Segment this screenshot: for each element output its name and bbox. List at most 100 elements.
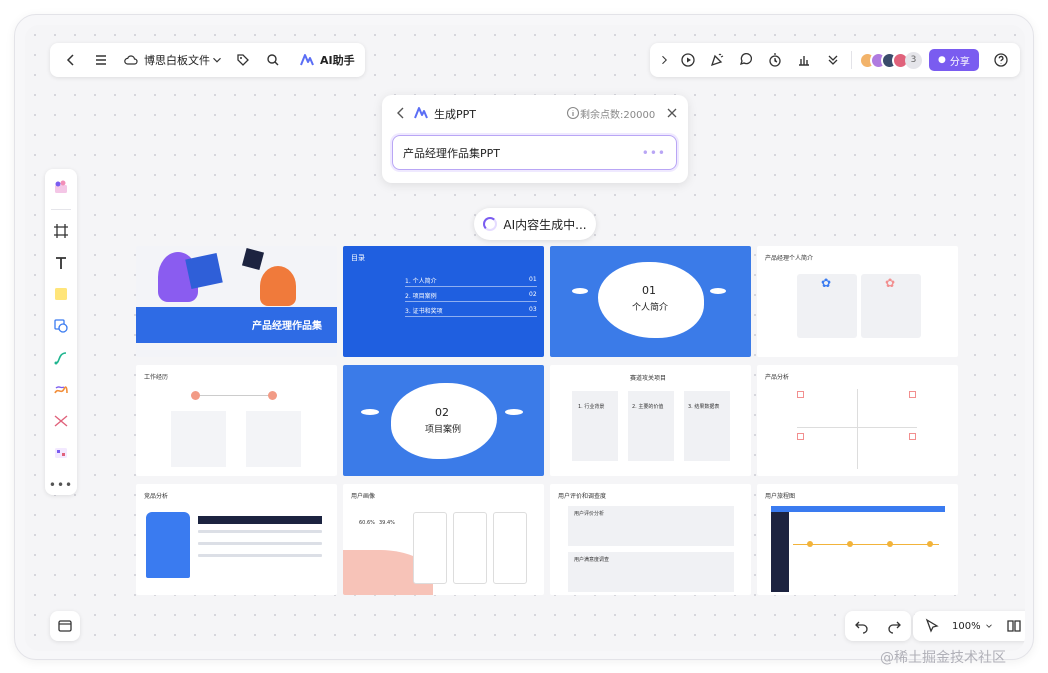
close-icon[interactable] <box>661 102 683 124</box>
quadrant-marker <box>797 391 804 398</box>
timeline-dot <box>191 391 200 400</box>
toc-divider <box>405 286 537 287</box>
zoom-level[interactable]: 100% <box>952 621 981 632</box>
slide-2-toc[interactable]: 目录 1. 个人简介 01 2. 项目案例 02 3. 证书和奖项 03 <box>343 246 544 357</box>
collaborator-count[interactable]: 3 <box>905 51 922 69</box>
slide-4-profile[interactable]: 产品经理个人简介 ✿ ✿ <box>757 246 958 357</box>
whiteboard-canvas[interactable]: 博思白板文件 AI助手 3 ● 分享 生成PPT 剩余点数:20000 产品经理… <box>25 25 1025 651</box>
cloud-shape <box>572 288 588 294</box>
cover-illustration <box>260 266 296 306</box>
project-card <box>572 391 618 461</box>
slide-8-analysis[interactable]: 产品分析 <box>757 365 958 476</box>
play-icon[interactable] <box>677 49 699 71</box>
timeline-line <box>196 395 276 396</box>
comment-icon[interactable] <box>735 49 757 71</box>
journey-dot <box>847 541 853 547</box>
table-row <box>198 554 322 557</box>
quadrant-marker <box>797 433 804 440</box>
persona-card <box>413 512 447 584</box>
undo-icon[interactable] <box>851 615 873 637</box>
double-chevron-down-icon[interactable] <box>822 49 844 71</box>
timer-icon[interactable] <box>764 49 786 71</box>
minimap-icon <box>54 615 76 637</box>
share-button[interactable]: ● 分享 <box>929 49 979 71</box>
competitive-illustration <box>146 512 190 578</box>
zoom-controls: 100% <box>913 611 1025 641</box>
ai-assistant-button[interactable]: AI助手 <box>320 52 355 68</box>
shape-icon[interactable] <box>49 316 73 337</box>
back-icon[interactable] <box>60 49 82 71</box>
slide-11-evaluation[interactable]: 用户评价和调查度 用户评价分析 用户满意度调查 <box>550 484 751 595</box>
flower-icon: ✿ <box>885 276 896 290</box>
slide-3-section[interactable]: 01 个人简介 <box>550 246 751 357</box>
minimap-toggle[interactable] <box>50 611 80 641</box>
text-icon[interactable] <box>49 252 73 273</box>
spinner-icon <box>483 217 498 231</box>
cursor-icon[interactable] <box>921 615 943 637</box>
persona-card <box>453 512 487 584</box>
connector-icon[interactable] <box>49 347 73 368</box>
timeline-dot <box>268 391 277 400</box>
slide-12-journey[interactable]: 用户旅程图 <box>757 484 958 595</box>
collaborator-avatars[interactable]: 3 <box>859 51 922 69</box>
back-icon[interactable] <box>390 102 412 124</box>
experience-card <box>246 411 301 467</box>
section-blob <box>391 383 497 459</box>
cloud-icon <box>120 49 142 71</box>
celebrate-icon[interactable] <box>706 49 728 71</box>
toc-divider <box>405 301 537 302</box>
generate-ppt-panel: 生成PPT 剩余点数:20000 产品经理作品集PPT ••• <box>382 95 688 183</box>
book-icon[interactable] <box>1003 615 1025 637</box>
slide-9-competitive[interactable]: 竞品分析 <box>136 484 337 595</box>
search-icon[interactable] <box>262 49 284 71</box>
chevron-down-icon[interactable] <box>984 615 994 637</box>
section-title: 项目案例 <box>425 425 462 435</box>
cloud-shape <box>710 288 726 294</box>
cover-illustration <box>241 247 265 271</box>
help-icon[interactable] <box>990 49 1012 71</box>
panel-title: 生成PPT <box>434 108 476 121</box>
ai-logo-icon[interactable] <box>296 49 318 71</box>
chevron-down-icon[interactable] <box>210 49 224 71</box>
cloud-shape <box>505 409 523 415</box>
slide-title: 赛道攻关项目 <box>630 375 667 382</box>
table-row <box>198 530 322 533</box>
template-icon[interactable] <box>49 177 73 198</box>
tag-icon[interactable] <box>232 49 254 71</box>
pen-icon[interactable] <box>49 379 73 400</box>
flower-icon: ✿ <box>821 276 832 290</box>
slide-title: 用户旅程图 <box>765 493 796 500</box>
mindmap-icon[interactable] <box>49 411 73 432</box>
experience-card <box>171 411 226 467</box>
slide-5-experience[interactable]: 工作经历 <box>136 365 337 476</box>
quadrant-divider <box>797 427 917 428</box>
slide-title: 产品经理个人简介 <box>765 255 814 262</box>
project-column-label: 1. 行业背景 <box>578 404 605 410</box>
left-toolbar: ••• <box>45 169 77 495</box>
more-icon[interactable]: ••• <box>49 474 73 495</box>
file-name[interactable]: 博思白板文件 <box>144 52 210 68</box>
slide-10-persona[interactable]: 用户画像 60.6% 39.4% <box>343 484 544 595</box>
toc-divider <box>405 316 537 317</box>
slide-1-cover[interactable]: 产品经理作品集 <box>136 246 337 357</box>
toc-heading: 目录 <box>351 254 365 262</box>
slide-7-project[interactable]: 赛道攻关项目 1. 行业背景 2. 主要的价值 3. 结果数据表 <box>550 365 751 476</box>
sticky-note-icon[interactable] <box>49 284 73 305</box>
toc-item-number: 01 <box>529 276 537 283</box>
share-label: 分享 <box>949 56 970 68</box>
slide-6-section[interactable]: 02 项目案例 <box>343 365 544 476</box>
more-tools-icon[interactable] <box>49 443 73 464</box>
redo-icon[interactable] <box>883 615 905 637</box>
section-title: 个人简介 <box>632 303 669 313</box>
menu-icon[interactable] <box>90 49 112 71</box>
prompt-input[interactable]: 产品经理作品集PPT ••• <box>392 135 677 170</box>
toc-item-number: 03 <box>529 306 537 313</box>
chevron-right-icon[interactable] <box>658 49 670 71</box>
frame-icon[interactable] <box>49 221 73 242</box>
credits-remaining: 剩余点数:20000 <box>580 110 656 121</box>
quadrant-marker <box>909 391 916 398</box>
stat-value: 60.6% <box>359 520 375 526</box>
vote-icon[interactable] <box>793 49 815 71</box>
toc-item: 2. 项目案例 <box>405 293 437 300</box>
cloud-shape <box>361 409 379 415</box>
